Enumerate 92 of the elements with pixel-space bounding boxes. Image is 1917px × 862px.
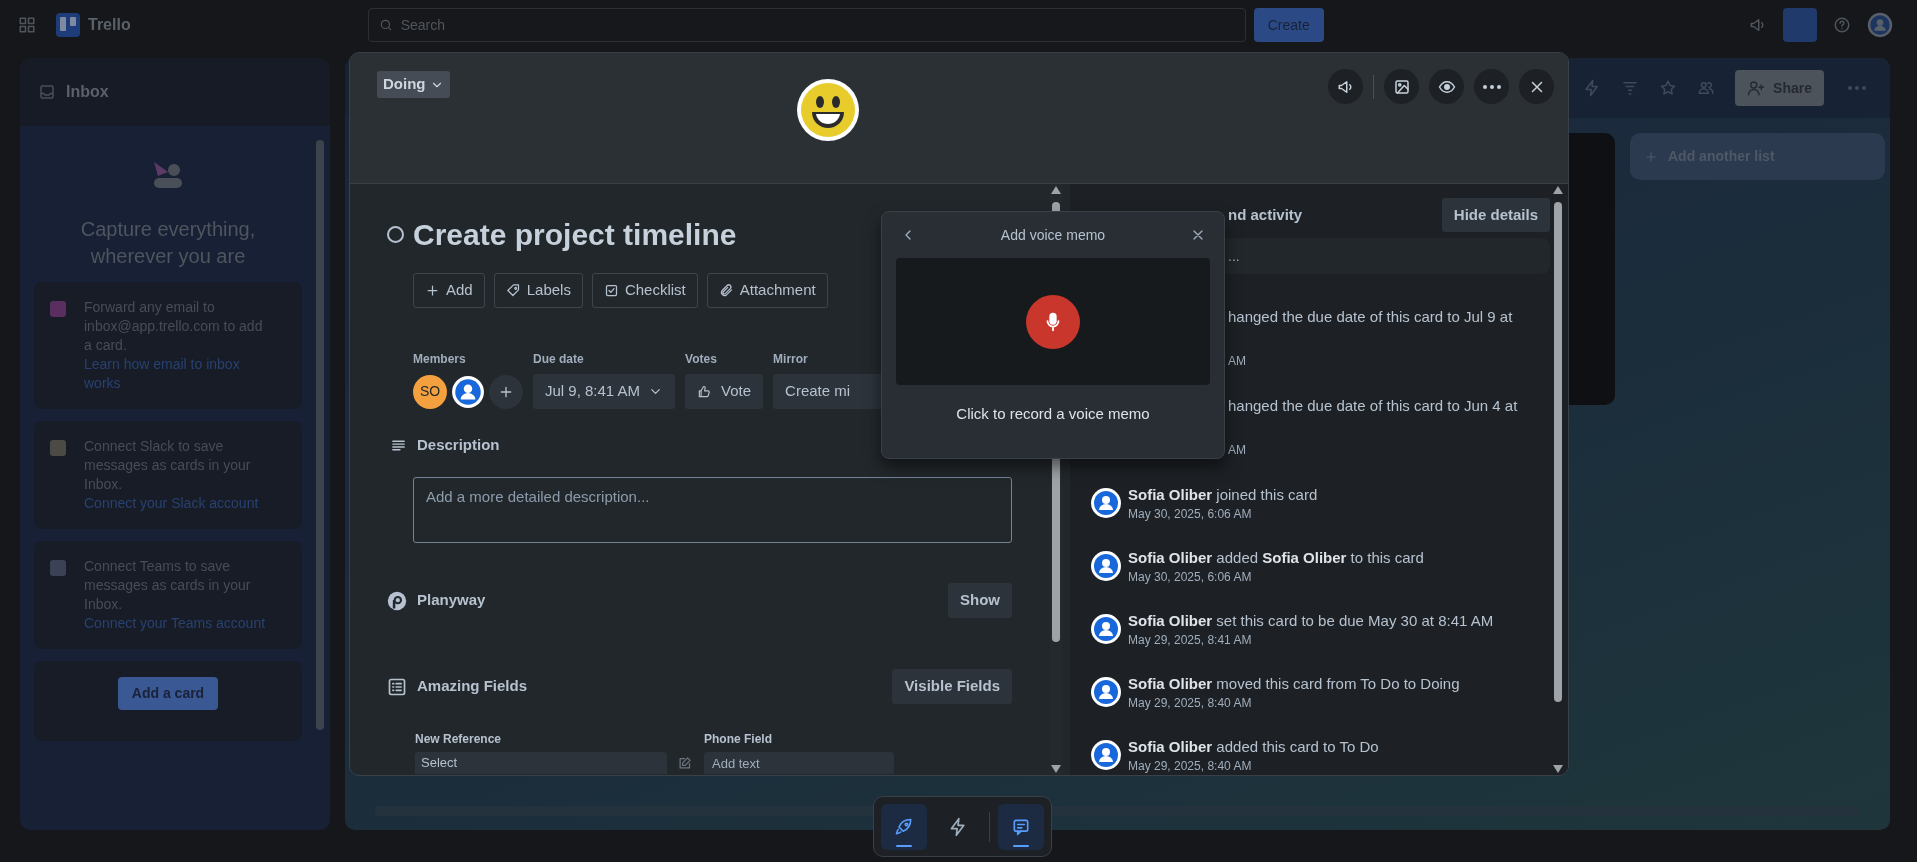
list-dropdown[interactable]: Doing <box>377 71 450 98</box>
thumbs-up-icon <box>697 384 712 399</box>
popup-title: Add voice memo <box>1000 225 1106 245</box>
plus-icon <box>425 283 440 298</box>
search-input[interactable]: Search <box>400 14 1235 36</box>
section-title: Amazing Fields <box>417 676 528 697</box>
rocket-icon <box>894 816 914 837</box>
field-label: Phone Field <box>704 731 773 748</box>
card-title: Create project timeline <box>413 217 737 253</box>
field-label: Members <box>413 351 467 368</box>
user-avatar-icon <box>1090 739 1122 771</box>
activity-time[interactable]: May 29, 2025, 8:40 AM <box>1128 694 1460 712</box>
activity-time[interactable]: May 29, 2025, 8:41 AM <box>1128 631 1494 649</box>
close-button[interactable] <box>1519 69 1554 104</box>
add-button[interactable]: Add <box>413 273 485 308</box>
activity-time: AM <box>1228 353 1247 370</box>
field-label: Votes <box>685 351 718 368</box>
filter-icon <box>1621 79 1640 97</box>
vote-button[interactable]: Vote <box>685 374 764 409</box>
announce-button[interactable] <box>1328 69 1363 104</box>
complete-checkbox[interactable] <box>387 226 404 243</box>
scroll-down-arrow-icon[interactable] <box>1553 765 1563 773</box>
more-button[interactable] <box>1474 69 1509 104</box>
activity-text: Sofia Oliber joined this card <box>1128 485 1318 505</box>
activity-text: Sofia Oliber moved this card from To Do to Doing <box>1128 674 1460 694</box>
checkbox-icon <box>603 283 619 298</box>
scroll-up-arrow-icon[interactable] <box>1051 186 1061 194</box>
section-title: nd activity <box>1228 204 1303 225</box>
activity-time[interactable]: May 30, 2025, 6:06 AM <box>1128 505 1318 523</box>
inbox-icon <box>38 83 56 101</box>
people-icon <box>1697 79 1716 97</box>
smiley-icon <box>796 78 860 142</box>
section-title: Planyway <box>417 590 486 611</box>
select-field[interactable]: Select <box>415 752 667 774</box>
user-avatar-icon <box>1090 487 1122 519</box>
panel-title: Inbox <box>66 82 109 102</box>
rocket-button[interactable] <box>881 803 927 850</box>
activity-text: hanged the due date of this card to Jun 4 at <box>1228 396 1519 416</box>
activity-time: AM <box>1228 442 1247 459</box>
scrollbar-thumb[interactable] <box>1554 202 1562 702</box>
activity-time[interactable]: May 29, 2025, 8:40 AM <box>1128 757 1379 775</box>
show-button[interactable]: Show <box>948 583 1012 618</box>
labels-button[interactable]: Labels <box>493 273 583 308</box>
search-field[interactable]: Search <box>367 8 1246 42</box>
search-icon <box>378 18 393 32</box>
list-icon <box>387 676 407 697</box>
edit-icon <box>677 755 692 771</box>
field-label: New Reference <box>415 731 503 748</box>
add-person-icon <box>1747 79 1766 97</box>
app-logo: Trello <box>88 15 131 35</box>
visible-fields-button[interactable]: Visible Fields <box>892 669 1012 704</box>
planyway-logo-icon <box>387 590 407 611</box>
user-avatar-icon <box>1090 613 1122 645</box>
record-button[interactable] <box>1026 294 1080 349</box>
chat-button[interactable] <box>998 803 1044 850</box>
bolt-icon <box>948 816 968 837</box>
watch-button[interactable] <box>1429 69 1464 104</box>
more-icon <box>1482 84 1501 89</box>
user-avatar-icon <box>1090 550 1122 582</box>
member-avatar[interactable]: SO <box>413 374 447 409</box>
activity-time[interactable]: May 30, 2025, 6:06 AM <box>1128 568 1424 586</box>
scrollbar-thumb[interactable] <box>316 140 324 730</box>
add-member-button[interactable] <box>489 374 523 409</box>
paperclip-icon <box>718 283 734 298</box>
field-label: Due date <box>533 351 585 368</box>
user-avatar-icon <box>1090 676 1122 708</box>
hide-details-button[interactable]: Hide details <box>1441 198 1550 232</box>
plus-icon <box>1644 149 1658 164</box>
cover-image-icon <box>1392 77 1411 96</box>
attachment-button[interactable]: Attachment <box>706 273 828 308</box>
more-icon <box>1848 86 1866 90</box>
scroll-up-arrow-icon[interactable] <box>1553 186 1563 194</box>
list-name: Doing <box>383 74 426 95</box>
section-title: Description <box>417 434 500 455</box>
grid-icon <box>18 16 36 34</box>
activity-text: Sofia Oliber set this card to be due May 30 at 8:41 AM <box>1128 611 1494 631</box>
activity-text: hanged the due date of this card to Jul 9 at <box>1228 307 1514 327</box>
help-icon <box>1833 16 1851 34</box>
scroll-down-arrow-icon[interactable] <box>1051 765 1061 773</box>
cover-image-button[interactable] <box>1384 69 1419 104</box>
field-label: Mirror <box>773 351 809 368</box>
activity-text: Sofia Oliber added this card to To Do <box>1128 737 1379 757</box>
due-date-button[interactable]: Jul 9, 8:41 AM <box>533 374 676 409</box>
user-avatar-icon[interactable] <box>451 374 485 409</box>
tag-icon <box>505 283 521 298</box>
record-hint: Click to record a voice memo <box>955 404 1151 424</box>
logo-icon <box>56 13 80 37</box>
checklist-button[interactable]: Checklist <box>591 273 698 308</box>
activity-text: Sofia Oliber added Sofia Oliber to this card <box>1128 548 1424 568</box>
star-icon <box>1659 79 1678 97</box>
text-field[interactable]: Add text <box>704 752 894 774</box>
description-field[interactable]: Add a more detailed description... <box>413 477 1012 543</box>
